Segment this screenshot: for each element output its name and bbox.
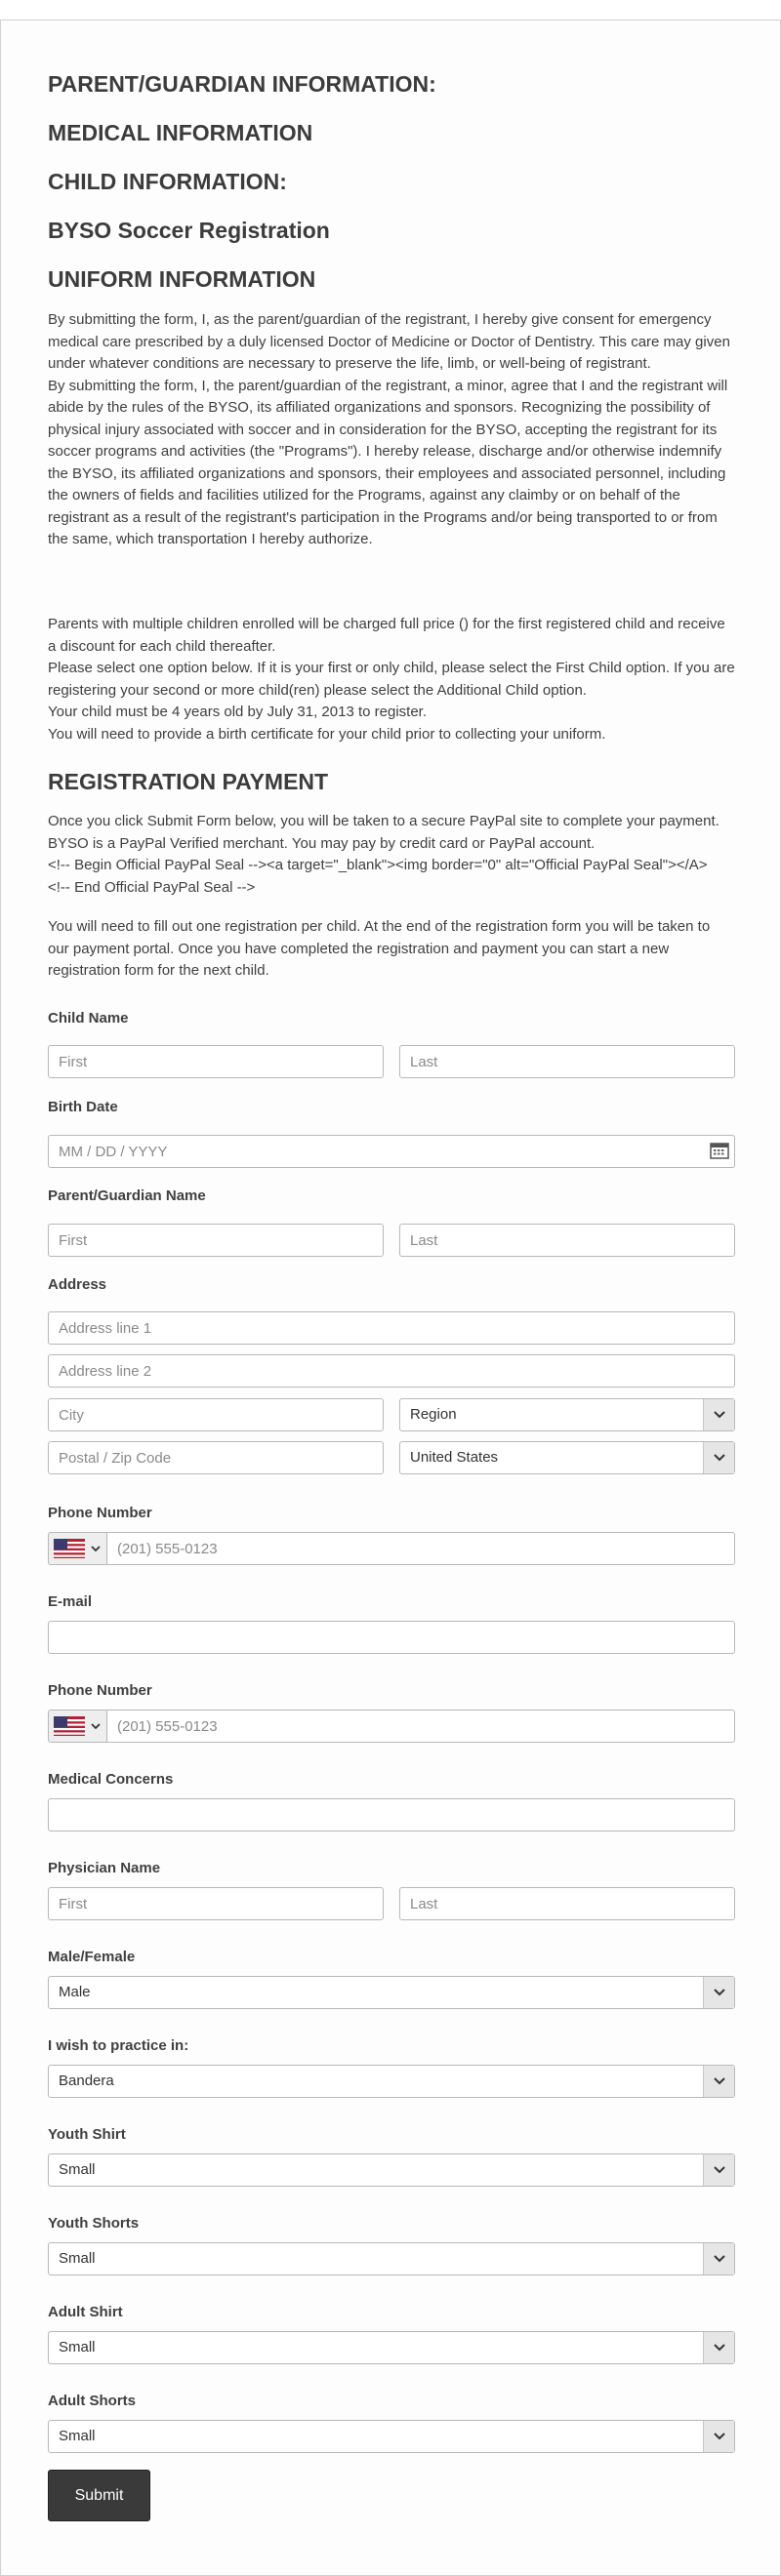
child-first-name-input[interactable] <box>48 1045 384 1078</box>
option-note: Please select one option below. If it is… <box>48 660 735 699</box>
chevron-down-icon <box>703 2332 734 2363</box>
country-code-select[interactable] <box>48 1532 106 1565</box>
practice-location-value: Bandera <box>59 2073 114 2089</box>
medical-concerns-label: Medical Concerns <box>48 1771 174 1788</box>
phone-number-label: Phone Number <box>48 1505 152 1521</box>
physician-last-name-input[interactable] <box>399 1887 735 1920</box>
parent-first-name-input[interactable] <box>48 1224 384 1257</box>
chevron-down-icon <box>703 2066 734 2097</box>
us-flag-icon <box>54 1716 85 1736</box>
medical-concerns-textarea[interactable] <box>48 1798 735 1831</box>
youth-shorts-select[interactable]: Small <box>48 2242 735 2275</box>
birth-date-label: Birth Date <box>48 1099 118 1115</box>
parent-name-label: Parent/Guardian Name <box>48 1187 206 1204</box>
address-label: Address <box>48 1276 107 1293</box>
chevron-down-icon <box>703 1977 734 2008</box>
youth-shirt-value: Small <box>59 2161 96 2178</box>
paypal-note: Once you click Submit Form below, you wi… <box>48 813 719 852</box>
submit-button[interactable]: Submit <box>48 2470 150 2521</box>
payment-text: Once you click Submit Form below, you wi… <box>48 811 735 899</box>
adult-shorts-label: Adult Shorts <box>48 2393 136 2409</box>
phone-number-2-label: Phone Number <box>48 1682 152 1699</box>
discount-note: Parents with multiple children enrolled … <box>48 616 725 655</box>
address-line2-input[interactable] <box>48 1354 735 1388</box>
phone-number-2-field <box>48 1710 735 1743</box>
practice-location-select[interactable]: Bandera <box>48 2065 735 2098</box>
city-input[interactable] <box>48 1398 384 1431</box>
uniform-info-heading: UNIFORM INFORMATION <box>48 266 316 292</box>
physician-first-name-input[interactable] <box>48 1887 384 1920</box>
form-title: BYSO Soccer Registration <box>48 218 330 243</box>
birth-date-input[interactable] <box>48 1135 735 1168</box>
birth-date-field <box>48 1135 735 1168</box>
country-select-value: United States <box>410 1449 499 1466</box>
region-select-value: Region <box>410 1406 457 1423</box>
registration-form: PARENT/GUARDIAN INFORMATION: MEDICAL INF… <box>0 20 781 2576</box>
chevron-down-icon <box>703 2421 734 2452</box>
email-input[interactable] <box>48 1621 735 1654</box>
one-registration-note: You will need to fill out one registrati… <box>48 918 711 979</box>
parent-last-name-input[interactable] <box>399 1224 735 1257</box>
adult-shirt-value: Small <box>59 2339 96 2355</box>
liability-waiver: By submitting the form, I, the parent/gu… <box>48 377 728 548</box>
paypal-seal-end: <!-- End Official PayPal Seal --> <box>48 878 256 896</box>
child-last-name-input[interactable] <box>399 1045 735 1078</box>
parent-info-heading: PARENT/GUARDIAN INFORMATION: <box>48 71 436 97</box>
paypal-seal-begin: <!-- Begin Official PayPal Seal --><a ta… <box>48 857 708 873</box>
chevron-down-icon <box>703 2154 734 2186</box>
info-text: Parents with multiple children enrolled … <box>48 614 735 745</box>
address-line1-input[interactable] <box>48 1311 735 1345</box>
us-flag-icon <box>54 1539 85 1558</box>
gender-label: Male/Female <box>48 1949 136 1965</box>
calendar-icon[interactable] <box>704 1135 735 1166</box>
practice-location-label: I wish to practice in: <box>48 2037 189 2054</box>
youth-shorts-label: Youth Shorts <box>48 2215 140 2232</box>
youth-shorts-value: Small <box>59 2250 96 2267</box>
region-select[interactable]: Region <box>399 1398 735 1431</box>
consent-text: By submitting the form, I, as the parent… <box>48 309 735 551</box>
adult-shorts-value: Small <box>59 2428 96 2444</box>
child-info-heading: CHILD INFORMATION: <box>48 169 287 194</box>
chevron-down-icon <box>91 1545 101 1551</box>
age-note: Your child must be 4 years old by July 3… <box>48 704 428 720</box>
birth-certificate-note: You will need to provide a birth certifi… <box>48 725 606 743</box>
chevron-down-icon <box>91 1722 101 1729</box>
medical-consent: By submitting the form, I, as the parent… <box>48 311 730 372</box>
postal-code-input[interactable] <box>48 1441 384 1474</box>
chevron-down-icon <box>703 1442 734 1473</box>
phone-number-input[interactable] <box>106 1532 735 1565</box>
chevron-down-icon <box>703 1399 734 1430</box>
country-select[interactable]: United States <box>399 1441 735 1474</box>
youth-shirt-label: Youth Shirt <box>48 2126 126 2143</box>
physician-name-label: Physician Name <box>48 1860 161 1876</box>
youth-shirt-select[interactable]: Small <box>48 2153 735 2187</box>
adult-shorts-select[interactable]: Small <box>48 2420 735 2453</box>
email-label: E-mail <box>48 1593 93 1610</box>
gender-select-value: Male <box>59 1984 91 2000</box>
country-code-select-2[interactable] <box>48 1710 106 1743</box>
phone-number-2-input[interactable] <box>106 1710 735 1743</box>
phone-number-field <box>48 1532 735 1565</box>
child-name-label: Child Name <box>48 1010 129 1026</box>
adult-shirt-select[interactable]: Small <box>48 2331 735 2364</box>
adult-shirt-label: Adult Shirt <box>48 2304 123 2320</box>
gender-select[interactable]: Male <box>48 1976 735 2009</box>
chevron-down-icon <box>703 2243 734 2274</box>
registration-payment-heading: REGISTRATION PAYMENT <box>48 769 329 794</box>
medical-info-heading: MEDICAL INFORMATION <box>48 120 313 145</box>
